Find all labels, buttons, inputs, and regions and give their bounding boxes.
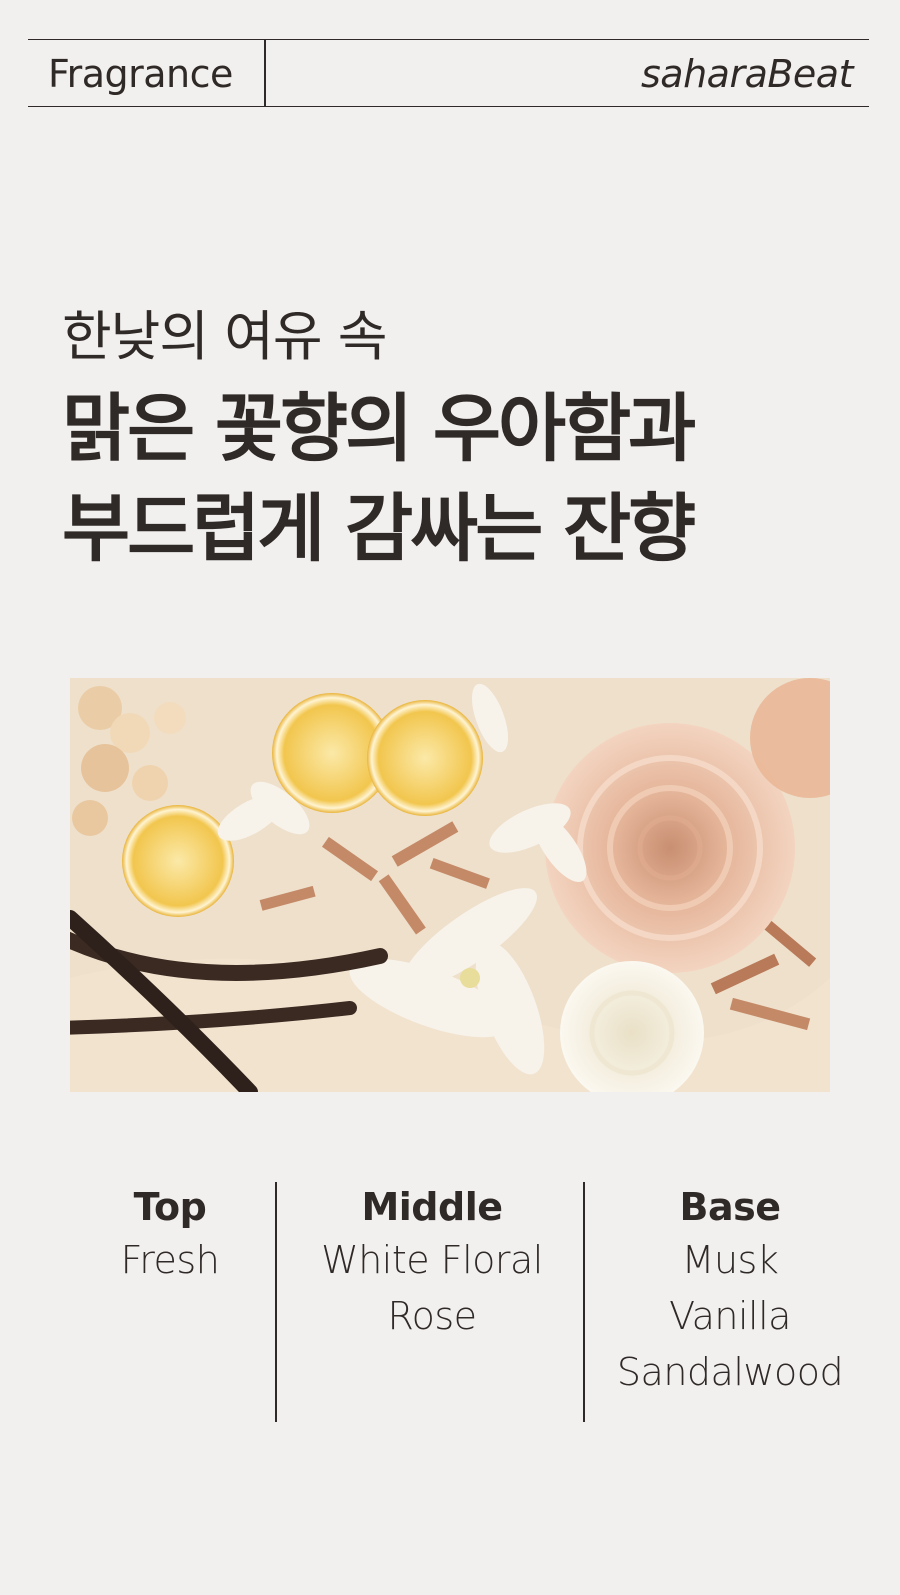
category-label: Fragrance [48,52,233,96]
note-middle-item: Rose [387,1294,477,1338]
note-base: Base Musk Vanilla Sandalwood [596,1182,864,1400]
note-base-title: Base [679,1185,782,1229]
fragrance-ingredients-photo [70,678,830,1092]
note-top-title: Top [133,1185,207,1229]
note-base-item: Musk [681,1238,779,1282]
note-base-item: Vanilla [669,1294,791,1338]
headline: 한낮의 여유 속 맑은 꽃향의 우아함과 부드럽게 감싸는 잔향 [62,305,842,579]
note-middle-title: Middle [361,1185,503,1229]
note-divider [275,1182,277,1422]
headline-subtitle: 한낮의 여유 속 [62,305,387,368]
header-bar: Fragrance saharaBeat [28,39,869,107]
note-middle: Middle White Floral Rose [290,1182,574,1344]
note-top: Top Fresh [70,1182,270,1288]
fragrance-notes: Top Fresh Middle White Floral Rose Base … [0,1182,900,1422]
note-middle-item: White Floral [321,1238,543,1282]
note-divider [583,1182,585,1422]
note-base-item: Sandalwood [616,1350,844,1394]
headline-line-2: 부드럽게 감싸는 잔향 [62,486,696,572]
headline-main: 맑은 꽃향의 우아함과 부드럽게 감싸는 잔향 [62,379,842,579]
header-divider [264,40,266,106]
note-top-item: Fresh [120,1238,220,1282]
headline-line-1: 맑은 꽃향의 우아함과 [62,386,696,472]
brand-label: saharaBeat [641,52,854,96]
